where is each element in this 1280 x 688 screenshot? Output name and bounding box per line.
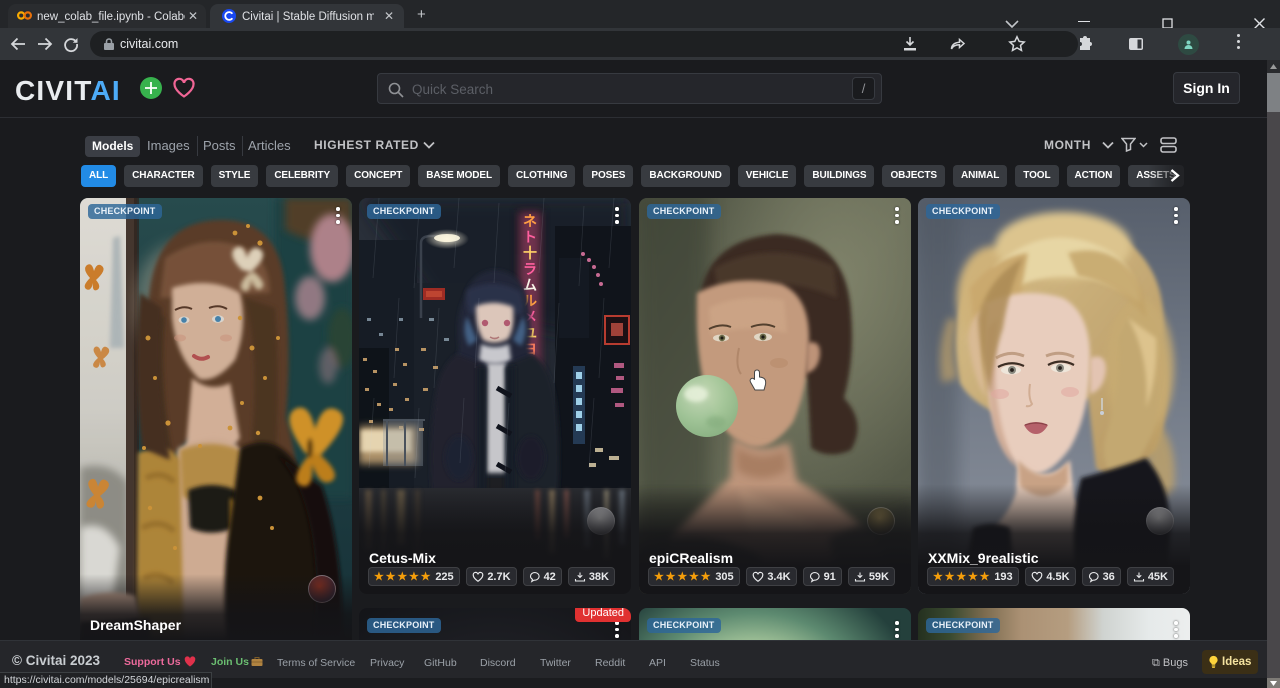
- svg-text:十: 十: [523, 245, 537, 261]
- svg-text:ネ: ネ: [523, 213, 537, 229]
- svg-text:ト: ト: [523, 229, 537, 245]
- svg-text:ラ: ラ: [523, 261, 537, 277]
- svg-text:ム: ム: [523, 277, 537, 293]
